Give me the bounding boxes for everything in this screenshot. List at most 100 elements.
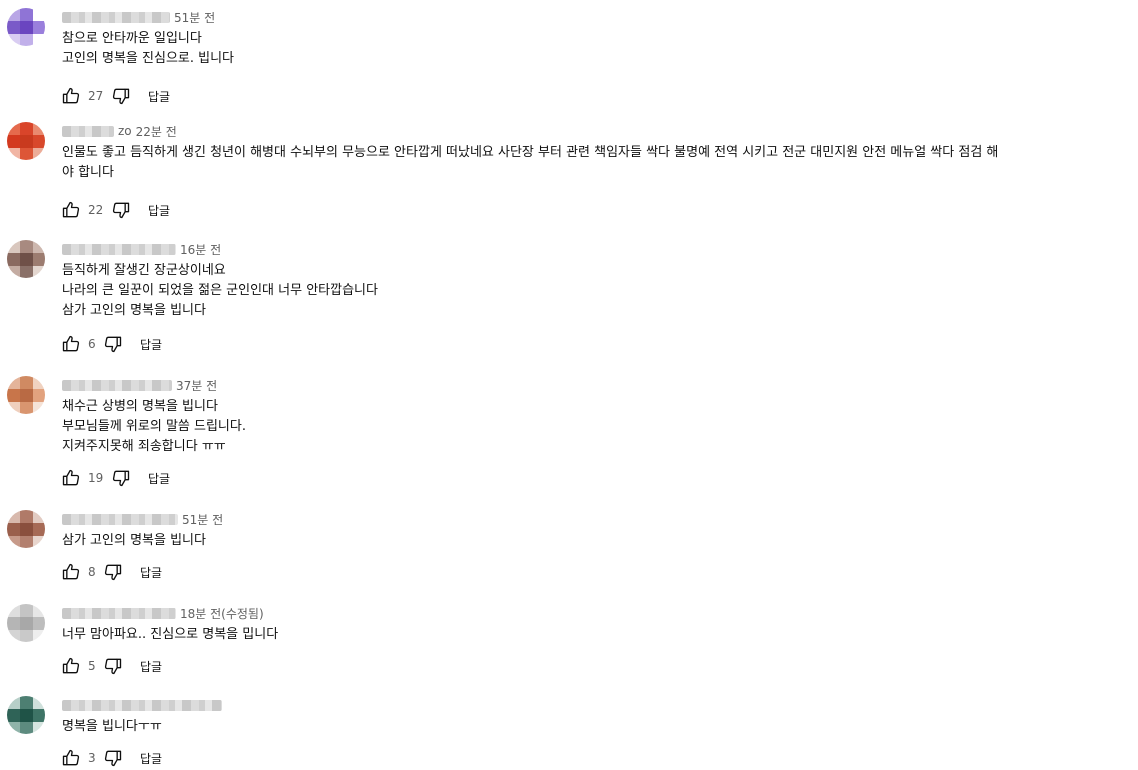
avatar-pixel [7, 617, 20, 630]
like-count: 5 [88, 659, 96, 673]
comment-actions: 3 답글 [60, 746, 162, 770]
avatar-pixel [33, 696, 45, 709]
avatar-pixel [20, 389, 33, 402]
author-name-blurred[interactable] [62, 607, 176, 619]
like-count: 27 [88, 89, 104, 103]
avatar[interactable] [7, 696, 45, 734]
avatar-pixel [20, 376, 33, 389]
reply-button[interactable]: 답글 [148, 88, 170, 105]
avatar-pixel [7, 709, 20, 722]
reply-button[interactable]: 답글 [148, 202, 170, 219]
comment-header: zo 22분 전 [62, 121, 177, 141]
comment-header: 37분 전 [62, 375, 217, 395]
comment-time[interactable]: 16분 전 [180, 241, 221, 258]
avatar-pixel [20, 617, 33, 630]
avatar-pixel [20, 8, 33, 21]
like-icon[interactable] [60, 333, 82, 355]
avatar-pixel [33, 617, 45, 630]
comment-time[interactable]: 51분 전 [174, 9, 215, 26]
comment-header: 51분 전 [62, 7, 215, 27]
reply-button[interactable]: 답글 [140, 564, 162, 581]
like-icon[interactable] [60, 85, 82, 107]
avatar-pixel [20, 722, 33, 734]
avatar[interactable] [7, 240, 45, 278]
avatar-pixel [20, 604, 33, 617]
avatar-pixel [33, 376, 45, 389]
author-name-suffix[interactable]: zo [118, 124, 132, 138]
avatar-pixel [20, 21, 33, 34]
avatar-pixel [33, 135, 45, 148]
author-name-blurred[interactable] [62, 699, 222, 711]
avatar[interactable] [7, 376, 45, 414]
avatar-pixel [7, 266, 20, 278]
like-icon[interactable] [60, 199, 82, 221]
avatar-pixel [20, 630, 33, 642]
author-name-blurred[interactable] [62, 125, 114, 137]
like-count: 3 [88, 751, 96, 765]
avatar-pixel [7, 630, 20, 642]
avatar[interactable] [7, 8, 45, 46]
author-name-blurred[interactable] [62, 243, 176, 255]
avatar-pixel [33, 240, 45, 253]
comment-line: 명복을 빕니다ㅜㅠ [62, 719, 162, 734]
like-icon[interactable] [60, 561, 82, 583]
comment-actions: 6 답글 [60, 332, 162, 356]
comment-header: 18분 전(수정됨) [62, 603, 264, 623]
comment-time[interactable]: 37분 전 [176, 377, 217, 394]
avatar-pixel [20, 34, 33, 46]
comment-text: 채수근 상병의 명복을 빕니다 부모님들께 위로의 말씀 드립니다. 지켜주지못… [62, 397, 1124, 457]
like-count: 22 [88, 203, 104, 217]
avatar-pixel [20, 523, 33, 536]
avatar-pixel [33, 266, 45, 278]
reply-button[interactable]: 답글 [140, 658, 162, 675]
avatar-pixel [33, 148, 45, 160]
dislike-icon[interactable] [102, 561, 124, 583]
avatar-pixel [33, 8, 45, 21]
comment-header: 16분 전 [62, 239, 221, 259]
avatar-pixel [7, 696, 20, 709]
author-name-blurred[interactable] [62, 11, 170, 23]
avatar-pixel [33, 122, 45, 135]
dislike-icon[interactable] [102, 655, 124, 677]
comment-time[interactable]: 22분 전 [136, 123, 177, 140]
avatar-pixel [7, 21, 20, 34]
like-icon[interactable] [60, 747, 82, 769]
avatar-pixel [33, 21, 45, 34]
comment-header [62, 695, 226, 715]
dislike-icon[interactable] [110, 85, 132, 107]
avatar-pixel [20, 148, 33, 160]
dislike-icon[interactable] [102, 333, 124, 355]
avatar-pixel [33, 630, 45, 642]
like-icon[interactable] [60, 467, 82, 489]
avatar-pixel [33, 34, 45, 46]
avatar-pixel [33, 389, 45, 402]
comment-text: 참으로 안타까운 일입니다 고인의 명복을 진심으로. 빕니다 [62, 29, 1124, 69]
avatar[interactable] [7, 604, 45, 642]
avatar-pixel [33, 523, 45, 536]
avatar-pixel [33, 722, 45, 734]
avatar-pixel [7, 536, 20, 548]
reply-button[interactable]: 답글 [140, 336, 162, 353]
comment-line: 나라의 큰 일꾼이 되었을 젊은 군인인대 너무 안타깝습니다 [62, 283, 378, 298]
reply-button[interactable]: 답글 [148, 470, 170, 487]
comment-line: 채수근 상병의 명복을 빕니다 [62, 399, 218, 414]
comment-time[interactable]: 51분 전 [182, 511, 223, 528]
comment-time[interactable]: 18분 전(수정됨) [180, 605, 264, 622]
like-icon[interactable] [60, 655, 82, 677]
comment-text: 너무 맘아파요.. 진심으로 명복을 밉니다 [62, 625, 1124, 645]
comment-line: 야 합니다 [62, 165, 114, 180]
avatar-pixel [7, 122, 20, 135]
author-name-blurred[interactable] [62, 379, 172, 391]
dislike-icon[interactable] [110, 467, 132, 489]
author-name-blurred[interactable] [62, 513, 178, 525]
like-count: 19 [88, 471, 104, 485]
dislike-icon[interactable] [102, 747, 124, 769]
comment-actions: 8 답글 [60, 560, 162, 584]
comment-line: 인물도 좋고 듬직하게 생긴 청년이 해병대 수뇌부의 무능으로 안타깝게 떠났… [62, 145, 999, 160]
avatar[interactable] [7, 510, 45, 548]
avatar[interactable] [7, 122, 45, 160]
dislike-icon[interactable] [110, 199, 132, 221]
comment-line: 삼가 고인의 명복을 빕니다 [62, 303, 206, 318]
comment-line: 삼가 고인의 명복을 빕니다 [62, 533, 206, 548]
avatar-pixel [7, 389, 20, 402]
